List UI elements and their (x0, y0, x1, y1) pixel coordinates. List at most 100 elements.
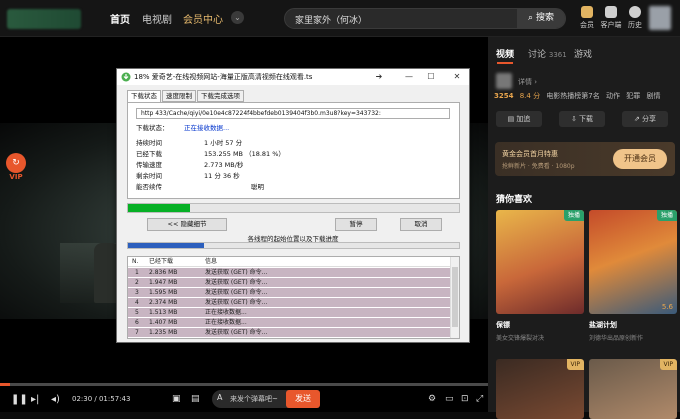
segment-progress-fill (128, 243, 205, 248)
player-controls: ❚❚ ▸| ◂) 02:30 / 01:57:43 ▣ ▤ A 来发个弹幕吧~ … (0, 388, 488, 412)
hide-details-button[interactable]: << 隐藏细节 (147, 218, 227, 231)
volume-icon[interactable]: ◂) (51, 394, 60, 405)
table-cell: 发送获取 (GET) 命令... (205, 289, 268, 296)
open-vip-button[interactable]: 开通会员 (613, 149, 667, 169)
close-button[interactable]: ✕ (451, 71, 463, 83)
avatar[interactable] (649, 6, 671, 30)
column-header[interactable]: 已经下载 (149, 257, 173, 267)
dialog-titlebar[interactable]: 18% 爱奇艺-在线视频网站-海量正版高清视频在线观看.ts ➔ — ☐ ✕ (117, 69, 469, 85)
tab-speed-limit[interactable]: 速度限制 (162, 90, 196, 102)
tab-discuss[interactable]: 讨论 3361 (528, 47, 567, 60)
table-row[interactable]: 1 2.836 MB 发送获取 (GET) 命令... (128, 268, 451, 277)
cancel-button[interactable]: 取消 (400, 218, 442, 231)
recommend-card[interactable]: VIP (496, 359, 584, 419)
download-dialog: 18% 爱奇艺-在线视频网站-海量正版高清视频在线观看.ts ➔ — ☐ ✕ 下… (116, 68, 470, 343)
table-cell: 2 (135, 279, 139, 286)
info-value: 153.255 MB （18.81 %） (204, 150, 285, 158)
recommend-card[interactable]: 独播 5.6 盐湖计划 刘德华出品原创新作 (589, 210, 677, 342)
play-circle-icon: ↻ (6, 153, 26, 173)
search-button[interactable]: ⌕ 搜索 (517, 9, 565, 28)
table-row[interactable]: 7 1.235 MB 发送获取 (GET) 命令... (128, 328, 451, 337)
video-progress-fill (0, 383, 11, 386)
poster-image: VIP (496, 359, 584, 419)
info-value: 聪明 (251, 183, 264, 191)
genre-tag[interactable]: 动作 (606, 92, 620, 100)
status-label: 下载状态： (136, 124, 169, 132)
column-header[interactable]: N. (132, 257, 138, 267)
history-button[interactable]: 历史 (622, 6, 648, 30)
recommend-card[interactable]: VIP (589, 359, 677, 419)
send-danmu-button[interactable]: 发送 (286, 390, 320, 408)
table-row[interactable]: 2 1.947 MB 发送获取 (GET) 命令... (128, 278, 451, 287)
table-row[interactable]: 6 1.407 MB 正在接收数据... (128, 318, 451, 327)
recommend-card[interactable]: 独播 保镖 美女交锋爆裂对决 (496, 210, 584, 342)
next-episode-icon[interactable]: ▸| (31, 394, 39, 405)
danmu-toggle-icon[interactable]: ▣ (172, 394, 181, 404)
nav-vip-center[interactable]: 会员中心 (183, 11, 223, 26)
settings-gear-icon[interactable]: ⚙ (428, 394, 436, 404)
thread-table: N. 已经下载 信息 1 2.836 MB 发送获取 (GET) 命令... 2 1.9… (127, 256, 460, 339)
pause-button[interactable]: 暂停 (335, 218, 377, 231)
tab-complete-options[interactable]: 下载完成选项 (197, 90, 244, 102)
widescreen-icon[interactable]: ⊡ (461, 394, 469, 404)
vip-promo-banner[interactable]: 黄金会员首月特惠 抢鲜新片 · 免费看 · 1080p 开通会员 (495, 142, 675, 176)
download-progress-fill (128, 204, 191, 212)
maximize-button[interactable]: ☐ (425, 71, 437, 83)
url-field[interactable]: http 433/Cache/qiyi/0e10e4c87224f4bbefde… (136, 108, 450, 119)
download-label: 下载 (579, 115, 594, 123)
scrollbar-thumb[interactable] (452, 267, 458, 327)
vip-badge-label: VIP (9, 173, 23, 181)
search-box[interactable]: 家里家外（何冰） ⌕ 搜索 (284, 8, 566, 29)
table-cell: 1.595 MB (149, 289, 178, 296)
font-style-icon[interactable]: A (217, 393, 222, 402)
table-cell: 1.947 MB (149, 279, 178, 286)
vip-promo-subtitle: 抢鲜新片 · 免费看 · 1080p (502, 163, 575, 170)
pause-icon[interactable]: ❚❚ (11, 394, 28, 405)
info-row: 传输速度 2.773 MB/秒 (136, 159, 243, 169)
card-subtitle: 美女交锋爆裂对决 (496, 335, 545, 342)
tab-games[interactable]: 游戏 (574, 47, 592, 60)
rank-value[interactable]: 电影热播榜第7名 (546, 92, 599, 100)
table-cell: 7 (135, 329, 139, 336)
fullscreen-icon[interactable]: ⤢ (476, 394, 483, 404)
search-input[interactable]: 家里家外（何冰） (295, 13, 367, 26)
table-cell: 1 (135, 269, 139, 276)
genre-tag[interactable]: 犯罪 (626, 92, 640, 100)
nav-tv[interactable]: 电视剧 (142, 11, 172, 26)
info-value: 11 分 36 秒 (204, 172, 240, 180)
vip-member-label: 会员 (580, 21, 594, 29)
genre-tag[interactable]: 剧情 (646, 92, 660, 100)
info-value: 2.773 MB/秒 (204, 161, 244, 169)
table-header: N. 已经下载 信息 (128, 257, 451, 267)
table-row[interactable]: 4 2.374 MB 发送获取 (GET) 命令... (128, 298, 451, 307)
column-header[interactable]: 信息 (205, 257, 217, 267)
vip-member-button[interactable]: 会员 (574, 6, 600, 30)
follow-button[interactable]: ▤ 加追 (496, 111, 542, 127)
share-button[interactable]: ⇗ 分享 (622, 111, 668, 127)
table-cell: 正在接收数据... (205, 309, 247, 316)
client-button[interactable]: 客户端 (598, 6, 624, 30)
minimize-button[interactable]: — (403, 71, 415, 83)
pip-icon[interactable]: ▭ (445, 394, 454, 404)
card-score: 5.6 (661, 303, 673, 311)
video-progress-bar[interactable] (0, 383, 488, 386)
info-label: 传输速度 (136, 161, 162, 169)
time-display: 02:30 / 01:57:43 (72, 395, 131, 403)
detail-link[interactable]: 详情 › (518, 77, 537, 87)
table-cell: 1.513 MB (149, 309, 178, 316)
table-row[interactable]: 5 1.513 MB 正在接收数据... (128, 308, 451, 317)
table-row[interactable]: 3 1.595 MB 发送获取 (GET) 命令... (128, 288, 451, 297)
download-button[interactable]: ⇩ 下载 (559, 111, 605, 127)
tab-video[interactable]: 视频 (496, 47, 514, 60)
site-logo[interactable] (7, 9, 81, 29)
vip-tag: VIP (566, 359, 584, 370)
table-scrollbar[interactable] (450, 257, 459, 338)
info-label: 已经下载 (136, 150, 162, 158)
table-cell: 2.836 MB (149, 269, 178, 276)
chevron-down-icon[interactable]: ⌄ (231, 11, 244, 24)
danmu-settings-icon[interactable]: ▤ (191, 394, 200, 404)
table-cell: 6 (135, 319, 139, 326)
info-row: 已经下载 153.255 MB （18.81 %） (136, 148, 285, 158)
hot-value: 3254 (494, 92, 514, 100)
nav-home[interactable]: 首页 (110, 11, 130, 26)
